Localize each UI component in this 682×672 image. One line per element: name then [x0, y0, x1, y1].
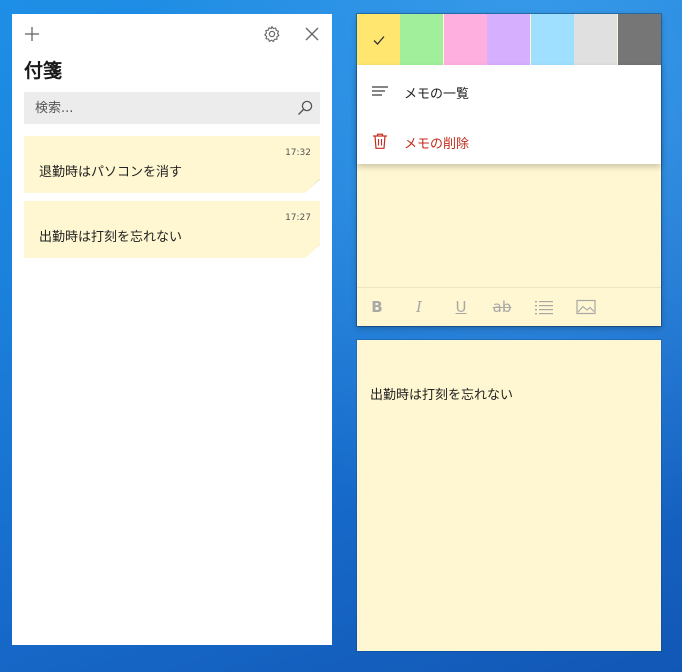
color-swatch-charcoal[interactable] [618, 14, 661, 65]
color-swatch-green[interactable] [400, 14, 443, 65]
color-swatch-yellow[interactable] [357, 14, 400, 65]
plus-icon [25, 27, 39, 41]
menu-item-label: メモの一覧 [404, 87, 470, 102]
bullet-list-icon [535, 301, 553, 315]
formatting-toolbar: B I U ab [357, 287, 661, 326]
note-menu: メモの一覧 メモの削除 [357, 65, 661, 164]
strikethrough-button[interactable]: ab [491, 296, 513, 318]
list-icon [371, 82, 389, 100]
settings-button[interactable] [262, 24, 282, 44]
insert-image-button[interactable] [575, 296, 597, 318]
menu-item-notes-list[interactable]: メモの一覧 [357, 67, 661, 115]
trash-icon [371, 132, 389, 150]
note-card[interactable]: 17:27 出勤時は打刻を忘れない [24, 201, 320, 258]
close-button[interactable] [302, 24, 322, 44]
color-picker [357, 14, 661, 65]
note-body-text[interactable]: 出勤時は打刻を忘れない [370, 384, 513, 403]
page-fold-corner [305, 179, 320, 193]
bold-button[interactable]: B [366, 296, 388, 318]
note-preview-text: 退勤時はパソコンを消す [39, 165, 183, 180]
color-swatch-purple[interactable] [487, 14, 530, 65]
gear-icon [264, 25, 280, 43]
notes-list-panel: 付箋 17:32 退勤時はパソコンを消す 17:27 出勤時は打刻を忘れない [12, 14, 332, 645]
note-window-menu-open: メモの一覧 メモの削除 B I U ab [357, 14, 661, 326]
page-fold-corner [305, 244, 320, 258]
color-swatch-blue[interactable] [531, 14, 574, 65]
note-time: 17:32 [285, 148, 311, 158]
page-title: 付箋 [24, 60, 63, 82]
note-time: 17:27 [285, 213, 311, 223]
note-window[interactable]: 出勤時は打刻を忘れない [357, 340, 661, 651]
bullet-list-button[interactable] [533, 296, 555, 318]
color-swatch-pink[interactable] [444, 14, 487, 65]
note-preview-text: 出勤時は打刻を忘れない [39, 230, 183, 245]
image-icon [576, 299, 596, 315]
add-note-button[interactable] [22, 24, 42, 44]
search-input[interactable] [24, 92, 290, 124]
underline-button[interactable]: U [450, 296, 472, 318]
note-card[interactable]: 17:32 退勤時はパソコンを消す [24, 136, 320, 193]
search-box [24, 92, 320, 124]
close-icon [305, 27, 319, 41]
color-swatch-gray[interactable] [574, 14, 617, 65]
italic-button[interactable]: I [408, 296, 430, 318]
checkmark-icon [373, 35, 384, 45]
search-icon[interactable] [296, 99, 314, 117]
menu-item-label: メモの削除 [404, 137, 470, 152]
list-toolbar [12, 14, 332, 54]
menu-item-delete-note[interactable]: メモの削除 [357, 117, 661, 165]
